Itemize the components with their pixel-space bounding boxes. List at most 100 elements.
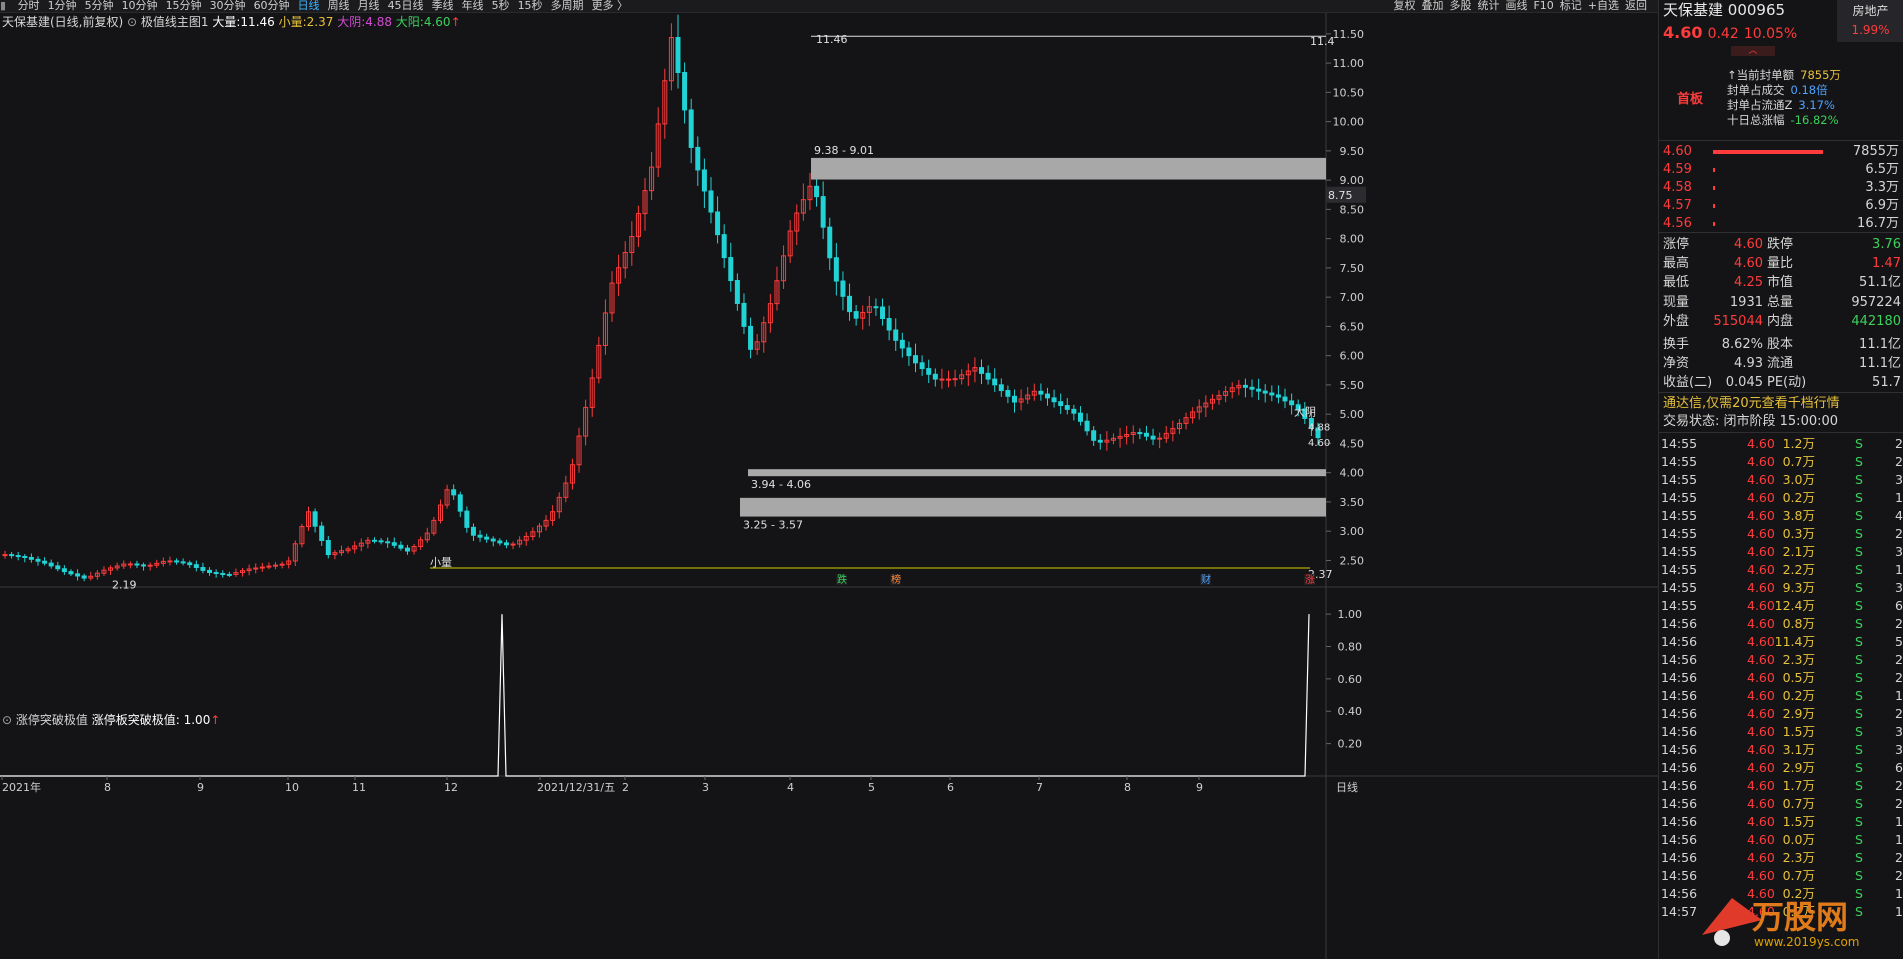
stat-label: 内盘 <box>1767 313 1794 329</box>
bid-volume: 16.7万 <box>1857 216 1899 231</box>
period-tab[interactable]: 45日线 <box>388 0 424 12</box>
x-tick-label: 9 <box>197 781 204 794</box>
sub-legend-value: 1.00 <box>183 713 211 727</box>
toolbar-action[interactable]: F10 <box>1533 0 1553 12</box>
candle-body <box>675 37 681 73</box>
indicator-icon[interactable]: ⊙ <box>127 15 137 29</box>
candle-body <box>715 211 721 236</box>
tick-count: 6 <box>1895 760 1903 775</box>
tick-row: 14:56 4.60 11.4万 S 5 <box>1661 633 1903 651</box>
candle-body <box>1038 390 1044 395</box>
tick-row: 14:55 4.60 3.0万 S 3 <box>1661 471 1903 489</box>
bid-volume: 7855万 <box>1852 144 1899 159</box>
seal-label: ↑当前封单额 <box>1727 68 1795 82</box>
tick-row: 14:55 4.60 0.2万 S 1 <box>1661 489 1903 507</box>
period-tab[interactable]: 60分钟 <box>254 0 290 12</box>
small-label: 小量 <box>430 556 452 569</box>
toolbar-action[interactable]: 统计 <box>1477 0 1499 12</box>
y-tick-label: 7.50 <box>1340 262 1365 275</box>
toolbar-action[interactable]: 复权 <box>1393 0 1415 12</box>
legend-indicator[interactable]: 极值线主图1 <box>141 15 209 29</box>
tick-volume: 2.2万 <box>1782 562 1815 577</box>
candle-body <box>391 542 397 546</box>
period-tab[interactable]: 周线 <box>328 0 350 12</box>
period-tab[interactable]: 日线 <box>298 0 320 12</box>
seal-row: ↑当前封单额 7855万 <box>1727 68 1901 83</box>
period-tab[interactable]: 15分钟 <box>166 0 202 12</box>
tick-price: 4.60 <box>1747 580 1775 595</box>
band-label: 3.25 - 3.57 <box>743 519 803 532</box>
event-marker-text[interactable]: 跌 <box>837 573 847 586</box>
price-change: 0.42 <box>1707 26 1739 42</box>
tick-volume: 12.4万 <box>1774 598 1815 613</box>
period-tab[interactable]: 10分钟 <box>122 0 158 12</box>
toolbar-menu-icon[interactable]: ▮ <box>0 0 6 12</box>
period-tab[interactable]: 月线 <box>358 0 380 12</box>
tick-volume: 0.5万 <box>1782 670 1815 685</box>
tick-time: 14:55 <box>1661 580 1698 595</box>
seal-value: 0.18倍 <box>1790 83 1828 97</box>
stat-value: 0.045 <box>1725 375 1763 391</box>
period-tab[interactable]: 季线 <box>432 0 454 12</box>
seal-label: 封单占流通Z <box>1727 98 1793 112</box>
legend-yang-label: 大阳: <box>395 15 424 29</box>
expand-icon[interactable]: ︿ <box>1731 46 1775 56</box>
x-tick-label: 11 <box>352 781 366 794</box>
candle-body <box>728 257 734 282</box>
period-tab[interactable]: 多周期 <box>551 0 584 12</box>
bid-price: 4.60 <box>1663 144 1692 159</box>
toolbar-action[interactable]: 画线 <box>1505 0 1527 12</box>
y-tick-label: 3.50 <box>1340 496 1365 509</box>
x-tick-label: 10 <box>285 781 299 794</box>
kline-chart[interactable]: 11.50 11.00 10.50 10.00 9.50 9.00 8.50 8.00 7.50… <box>0 13 1658 959</box>
last-price: 4.60 <box>1663 23 1703 42</box>
period-tab[interactable]: 分时 <box>18 0 40 12</box>
event-marker-text[interactable]: 财 <box>1201 573 1211 586</box>
stat-value: 1931 <box>1729 294 1763 310</box>
app-window: ▮ 分时 1分钟 5分钟 10分钟 15分钟 30分钟 60分钟 日线 周线 月线 45日线 季线 年线… <box>0 0 1903 959</box>
y-tick-label: 6.00 <box>1340 350 1365 363</box>
sub-legend-title[interactable]: 涨停突破极值 <box>16 713 88 727</box>
candle-body <box>15 555 21 558</box>
legend-yin-label: 大阴: <box>337 15 366 29</box>
tick-volume: 3.1万 <box>1782 742 1815 757</box>
seal-value: 7855万 <box>1800 68 1841 82</box>
period-tab[interactable]: 年线 <box>462 0 484 12</box>
candle-body <box>840 280 846 297</box>
price-band <box>740 497 1326 517</box>
legend-big-value: 11.46 <box>240 15 275 29</box>
candle-body <box>1157 437 1163 440</box>
period-tab[interactable]: 5分钟 <box>85 0 114 12</box>
stat-value: 515044 <box>1713 313 1763 329</box>
toolbar-action[interactable]: 标记 <box>1560 0 1582 12</box>
candle-body <box>174 560 180 563</box>
tick-time: 14:56 <box>1661 652 1698 667</box>
candle-body <box>9 554 15 557</box>
candle-body <box>510 543 516 546</box>
period-tab[interactable]: 5秒 <box>492 0 510 12</box>
period-tab[interactable]: 更多 〉 <box>592 0 629 12</box>
chart-area[interactable]: 11.50 11.00 10.50 10.00 9.50 9.00 8.50 8.00 7.50… <box>0 13 1658 959</box>
stat-value: 4.93 <box>1734 356 1763 372</box>
candle-body <box>682 71 688 111</box>
stat-label: 量比 <box>1767 256 1794 272</box>
y-tick-label: 5.00 <box>1340 408 1365 421</box>
collapse-icon[interactable]: ⊙ <box>2 713 12 727</box>
period-tab[interactable]: 30分钟 <box>210 0 246 12</box>
toolbar-action[interactable]: 多股 <box>1449 0 1471 12</box>
tick-side: S <box>1855 616 1863 631</box>
big-yang-value: 4.60 <box>1308 438 1330 449</box>
period-tab[interactable]: 15秒 <box>518 0 543 12</box>
promo-link[interactable]: 通达信,仅需20元查看千档行情 <box>1663 395 1901 413</box>
toolbar-action[interactable]: +自选 <box>1588 0 1619 12</box>
tick-count: 4 <box>1895 508 1903 523</box>
period-tab[interactable]: 1分钟 <box>48 0 77 12</box>
candle-body <box>61 568 67 573</box>
event-marker-text[interactable]: 涨 <box>1305 574 1315 586</box>
y-tick-label: 8.00 <box>1340 233 1365 246</box>
toolbar-action[interactable]: 叠加 <box>1421 0 1443 12</box>
candle-body <box>1282 396 1288 402</box>
event-marker-text[interactable]: 榜 <box>891 573 901 586</box>
candle-body <box>371 539 377 542</box>
toolbar-action[interactable]: 返回 <box>1625 0 1647 12</box>
